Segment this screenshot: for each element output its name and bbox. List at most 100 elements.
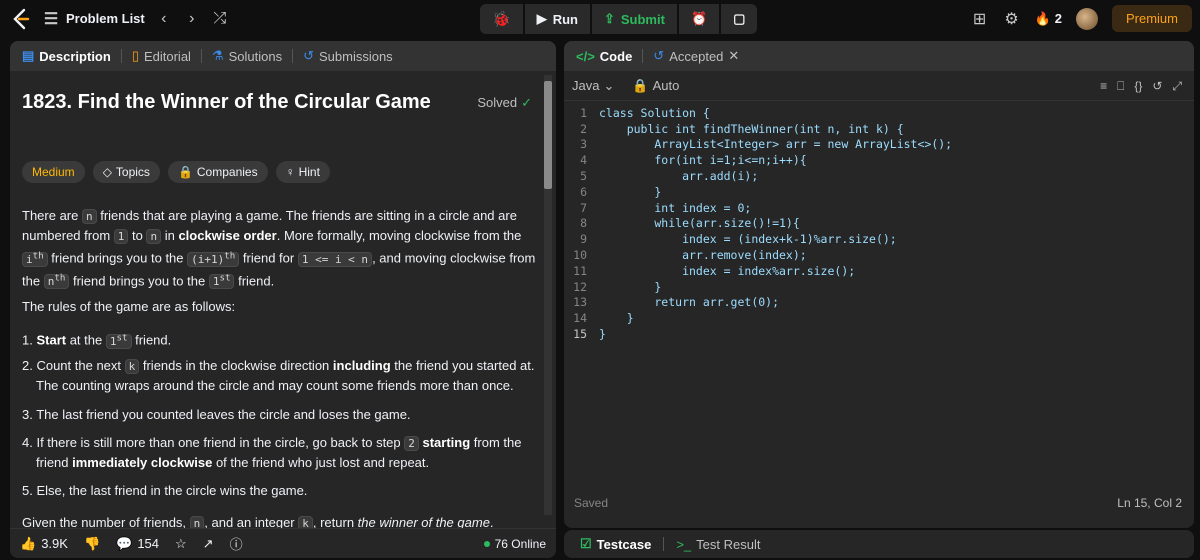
auto-label: Auto [652, 78, 680, 93]
tab-test-result[interactable]: >_ Test Result [672, 537, 764, 552]
previous-problem-icon[interactable]: ‹ [155, 10, 173, 28]
check-circle-icon: ✓ [521, 94, 532, 110]
code-line[interactable]: 7 int index = 0; [564, 200, 1194, 216]
code-line[interactable]: 11 index = index%arr.size(); [564, 263, 1194, 279]
settings-gear-icon[interactable]: ⚙ [1003, 9, 1021, 29]
tab-description-label: Description [39, 48, 111, 64]
code-line[interactable]: 8 while(arr.size()!=1){ [564, 216, 1194, 232]
star-icon[interactable]: ☆ [175, 536, 187, 552]
code-line[interactable]: 13 return arr.get(0); [564, 295, 1194, 311]
problem-list-button[interactable]: ☰ Problem List [42, 9, 145, 29]
code-line[interactable]: 5 arr.add(i); [564, 168, 1194, 184]
language-label: Java [572, 78, 600, 93]
tab-divider [663, 537, 665, 551]
code-line[interactable]: 9 index = (index+k-1)%arr.size(); [564, 231, 1194, 247]
leetcode-logo[interactable] [10, 7, 32, 31]
tab-solutions-label: Solutions [228, 48, 283, 64]
code-text: } [599, 279, 662, 294]
tab-solutions[interactable]: ⚗ Solutions [208, 48, 286, 64]
like-button[interactable]: 👍 3.9K [20, 536, 68, 552]
line-number: 5 [580, 169, 587, 184]
code-line[interactable]: 4 for(int i=1;i<=n;i++){ [564, 152, 1194, 168]
code-text: ArrayList<Integer> arr = new ArrayList<>… [599, 137, 953, 152]
online-dot-icon [483, 540, 490, 547]
list-icon: ☰ [43, 10, 59, 28]
code-line[interactable]: 14 } [564, 310, 1194, 326]
comment-icon: 💬 [116, 535, 133, 551]
streak-counter[interactable]: 🔥 2 [1035, 11, 1062, 27]
editor-tab-bar: </> Code ↺ Accepted ✕ [564, 41, 1194, 71]
debug-button[interactable]: 🐞 [480, 4, 523, 34]
code-icon: </> [576, 48, 595, 64]
code-area[interactable]: 1 class Solution {2 public int findTheWin… [564, 105, 1194, 342]
code-line[interactable]: 6 } [564, 184, 1194, 200]
companies-label: Companies [196, 165, 258, 179]
user-avatar[interactable] [1075, 7, 1098, 30]
rules-intro: The rules of the game are as follows: [22, 299, 236, 314]
code-line[interactable]: 15} [564, 326, 1194, 342]
next-problem-icon[interactable]: › [183, 10, 201, 28]
thumbs-down-icon[interactable]: 👎 [84, 536, 100, 552]
close-icon[interactable]: ✕ [728, 48, 739, 64]
alarm-clock-icon: ⏰ [690, 11, 708, 26]
code-text: index = (index+k-1)%arr.size(); [599, 232, 897, 247]
bookmark-icon[interactable]: ⎕ [1117, 79, 1124, 94]
like-count: 3.9K [41, 536, 68, 551]
line-number: 9 [580, 232, 587, 247]
comment-count: 154 [137, 536, 160, 551]
run-label: Run [552, 11, 578, 27]
code-line[interactable]: 2 public int findTheWinner(int n, int k)… [564, 121, 1194, 137]
problem-list-label: Problem List [66, 11, 145, 26]
line-number: 11 [573, 263, 587, 278]
premium-button[interactable]: Premium [1111, 5, 1192, 32]
layout-grid-icon[interactable]: ⊞ [971, 9, 989, 29]
checkbox-icon: ☑ [580, 536, 592, 551]
share-icon[interactable]: ↗ [203, 536, 214, 552]
line-number: 13 [573, 295, 587, 310]
submit-button[interactable]: ⇪ Submit [591, 4, 677, 34]
run-button[interactable]: ▶ Run [524, 4, 590, 34]
code-line[interactable]: 3 ArrayList<Integer> arr = new ArrayList… [564, 137, 1194, 153]
line-number: 7 [580, 200, 587, 215]
tab-description[interactable]: ▤ Description [18, 48, 115, 64]
expand-icon[interactable]: ⤢ [1172, 79, 1182, 94]
description-panel: ▤ Description ▯ Editorial ⚗ Solutions ↺ … [10, 41, 556, 558]
code-line[interactable]: 1 class Solution { [564, 105, 1194, 121]
code-line[interactable]: 10 arr.remove(index); [564, 247, 1194, 263]
tab-testcase[interactable]: ☑ Testcase [576, 536, 655, 552]
problem-title[interactable]: 1823. Find the Winner of the Circular Ga… [22, 91, 431, 114]
comments-button[interactable]: 💬 154 [116, 536, 159, 552]
topics-tag[interactable]: ◇ Topics [92, 161, 160, 183]
companies-tag[interactable]: 🔒 Companies [167, 161, 268, 183]
lightbulb-icon: ♀ [285, 165, 295, 179]
online-indicator: 76 Online [483, 537, 546, 551]
flame-icon: 🔥 [1034, 10, 1051, 26]
code-line[interactable]: 12 } [564, 279, 1194, 295]
statement-paragraph: There are n friends that are playing a g… [22, 208, 536, 290]
line-number: 1 [580, 105, 587, 120]
shuffle-icon[interactable]: ⤮ [211, 10, 229, 28]
tab-editorial[interactable]: ▯ Editorial [128, 48, 195, 64]
reset-icon[interactable]: ↺ [1152, 79, 1162, 94]
tab-code[interactable]: </> Code [572, 49, 636, 64]
help-icon[interactable]: ⓘ [230, 534, 243, 553]
auto-mode[interactable]: 🔒 Auto [632, 78, 679, 94]
tab-submissions[interactable]: ↺ Submissions [299, 48, 397, 64]
line-number: 4 [580, 153, 587, 168]
scrollbar-thumb[interactable] [544, 81, 552, 189]
tab-accepted[interactable]: ↺ Accepted ✕ [649, 48, 743, 64]
tab-code-label: Code [599, 48, 633, 64]
braces-icon[interactable]: {} [1134, 79, 1142, 94]
language-select[interactable]: Java ⌄ [572, 78, 614, 94]
notes-button[interactable]: ▢ [721, 4, 758, 34]
description-scrollbar[interactable] [544, 75, 552, 515]
timer-button[interactable]: ⏰ [678, 4, 720, 34]
hint-tag[interactable]: ♀ Hint [275, 161, 330, 183]
code-text: class Solution { [599, 105, 710, 120]
solved-status: Solved ✓ [477, 95, 532, 111]
topics-label: Topics [115, 165, 150, 179]
code-text: public int findTheWinner(int n, int k) { [599, 121, 904, 136]
format-icon[interactable]: ≡ [1100, 79, 1107, 94]
line-number: 12 [573, 279, 587, 294]
lock-icon: 🔒 [632, 77, 649, 93]
